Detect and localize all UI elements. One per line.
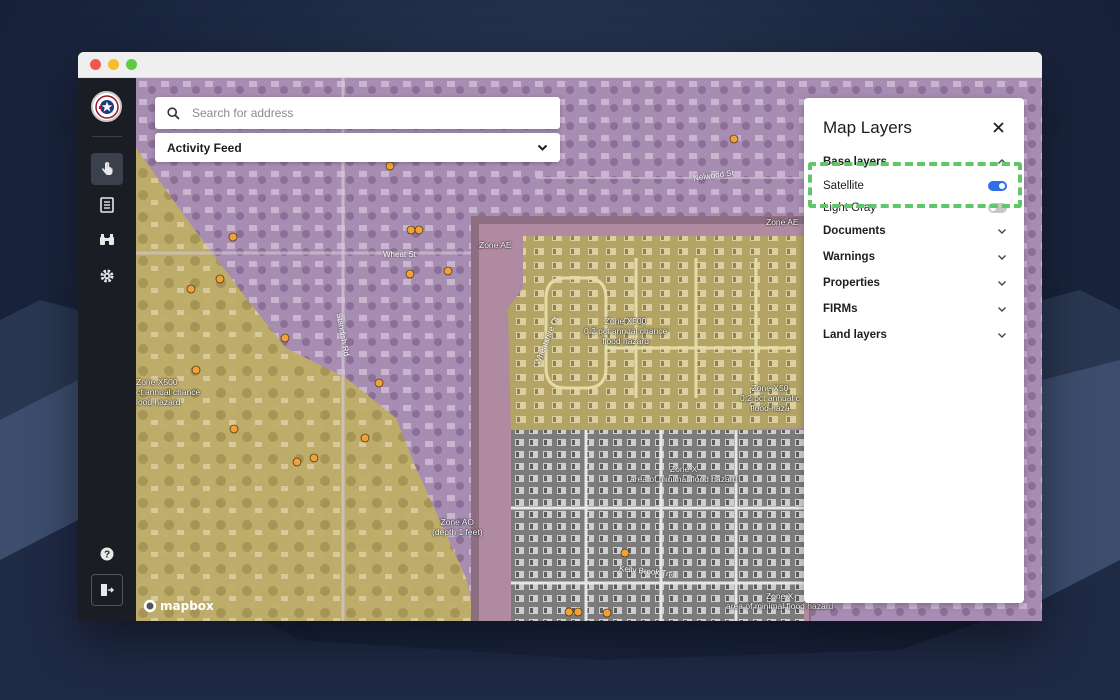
mapbox-icon	[143, 599, 157, 613]
gear-icon	[100, 269, 114, 283]
chevron-down-icon	[998, 229, 1006, 234]
document-list-icon	[100, 197, 114, 213]
sidebar-item-documents[interactable]	[91, 189, 123, 221]
light-gray-label: Light Gray	[823, 202, 877, 214]
activity-feed-dropdown[interactable]: Activity Feed	[155, 133, 560, 162]
sidebar-divider	[92, 136, 122, 137]
chevron-up-icon	[998, 159, 1006, 164]
sidebar-item-settings[interactable]	[91, 260, 123, 292]
firms-label: FIRMs	[823, 303, 858, 315]
zone-label-x500-left: Zone X500 ct annual chance lood hazard	[136, 377, 201, 407]
browser-window: ? Zone AE Zone AE Zone X500 0.2 pct annu…	[78, 52, 1042, 621]
layers-panel-title: Map Layers	[823, 118, 912, 137]
hand-pointer-icon	[102, 161, 113, 175]
base-layers-header[interactable]: Base layers	[823, 153, 1007, 171]
search-icon	[167, 106, 180, 120]
sidebar-item-help[interactable]: ?	[91, 538, 123, 570]
window-titlebar	[78, 52, 1042, 78]
properties-label: Properties	[823, 277, 880, 289]
chevron-down-icon	[537, 144, 548, 151]
flood-map[interactable]: Zone AE Zone AE Zone X500 0.2 pct annual…	[136, 78, 1042, 621]
layers-section-firms[interactable]: FIRMs	[823, 300, 1007, 318]
light-gray-toggle[interactable]	[988, 203, 1007, 213]
layers-section-land-layers[interactable]: Land layers	[823, 326, 1007, 344]
close-window-button[interactable]	[90, 59, 101, 70]
chevron-down-icon	[998, 307, 1006, 312]
layer-option-satellite[interactable]: Satellite	[823, 177, 1007, 195]
layers-section-properties[interactable]: Properties	[823, 274, 1007, 292]
warnings-label: Warnings	[823, 251, 875, 263]
zone-label-ao: Zone AO (depth 1 feet)	[432, 517, 483, 537]
app-root: ? Zone AE Zone AE Zone X500 0.2 pct annu…	[78, 78, 1042, 621]
chevron-down-icon	[998, 255, 1006, 260]
maximize-window-button[interactable]	[126, 59, 137, 70]
zone-label-x500-right: Zone X50 0.2 pct annual c flood haza	[740, 383, 801, 413]
sidebar-item-logout[interactable]	[91, 574, 123, 606]
layers-section-documents[interactable]: Documents	[823, 222, 1007, 240]
satellite-label: Satellite	[823, 180, 864, 192]
close-icon	[992, 121, 1004, 133]
sidebar-item-select[interactable]	[91, 153, 123, 185]
zone-label-x-center: Zone X area of minimal flood hazard	[630, 464, 738, 484]
sidebar-item-explore[interactable]	[91, 224, 123, 256]
chevron-down-icon	[998, 281, 1006, 286]
texas-seal-logo[interactable]	[91, 91, 122, 122]
land-layers-label: Land layers	[823, 329, 887, 341]
street-label-wheat: Wheat St	[383, 250, 416, 259]
mapbox-logo-text: mapbox	[160, 599, 214, 613]
zone-label-ae-right: Zone AE	[766, 217, 799, 227]
logout-icon	[101, 584, 114, 596]
map-layers-panel: Map Layers Base layers Satellite Light G…	[804, 98, 1024, 603]
minimize-window-button[interactable]	[108, 59, 119, 70]
sidebar: ?	[78, 78, 136, 621]
svg-text:?: ?	[104, 550, 110, 561]
address-search[interactable]	[155, 97, 560, 129]
help-icon: ?	[100, 547, 114, 561]
documents-label: Documents	[823, 225, 886, 237]
activity-feed-label: Activity Feed	[167, 140, 242, 155]
chevron-down-icon	[998, 333, 1006, 338]
zone-label-ae-left: Zone AE	[479, 240, 512, 250]
zone-label-x500-center: Zone X500 0.2 pct annual chance flood ha…	[584, 316, 668, 346]
mapbox-logo[interactable]: mapbox	[143, 599, 214, 613]
layer-option-light-gray[interactable]: Light Gray	[823, 199, 1007, 217]
base-layers-label: Base layers	[823, 156, 887, 168]
search-input[interactable]	[192, 106, 532, 120]
close-layers-button[interactable]	[990, 119, 1006, 135]
layers-section-warnings[interactable]: Warnings	[823, 248, 1007, 266]
satellite-toggle[interactable]	[988, 181, 1007, 191]
binoculars-icon	[100, 234, 114, 245]
